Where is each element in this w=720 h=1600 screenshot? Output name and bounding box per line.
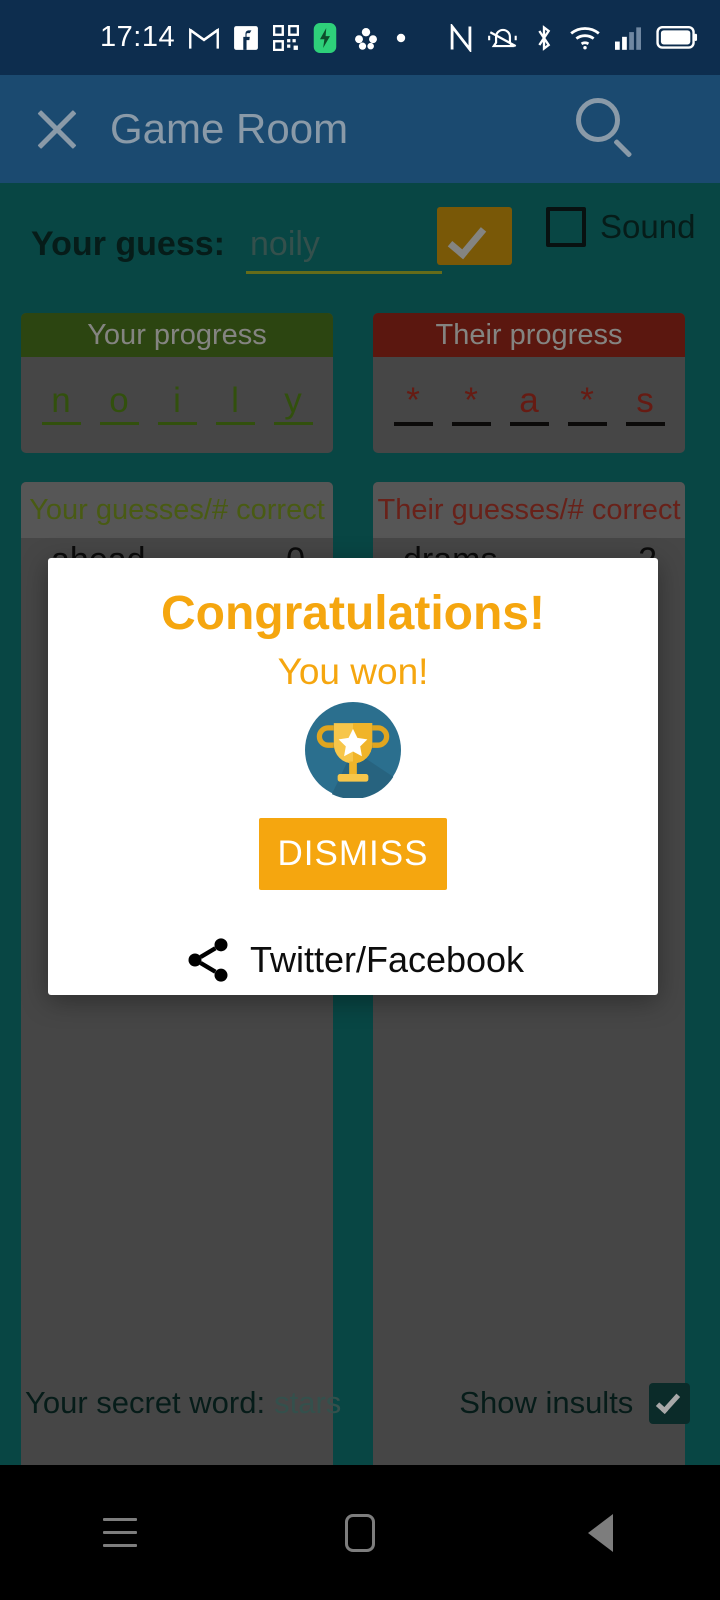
back-button[interactable]	[545, 1493, 655, 1573]
home-button[interactable]	[305, 1493, 415, 1573]
share-row[interactable]: Twitter/Facebook	[48, 934, 658, 986]
page-title: Game Room	[110, 105, 349, 152]
status-bar-left: 17:14	[0, 21, 407, 54]
signal-icon	[615, 26, 641, 50]
close-icon[interactable]	[26, 98, 88, 160]
battery-saver-icon	[313, 22, 337, 53]
share-label: Twitter/Facebook	[249, 939, 525, 980]
app-icon	[355, 27, 378, 50]
share-icon	[188, 938, 228, 982]
dialog-subtitle: You won!	[277, 651, 429, 692]
system-nav-bar	[0, 1465, 720, 1600]
gmail-icon	[189, 27, 220, 49]
congratulations-dialog: Congratulations! You won! DISMISS Twitte…	[48, 558, 658, 995]
nfc-icon	[450, 23, 472, 52]
recents-icon	[103, 1517, 137, 1548]
dot-icon	[396, 33, 406, 42]
dialog-title: Congratulations!	[161, 587, 545, 640]
trophy-icon	[305, 702, 401, 798]
vibrate-icon	[488, 28, 517, 47]
battery-icon	[656, 25, 698, 49]
trophy-wrap	[48, 702, 658, 798]
home-icon	[345, 1513, 375, 1552]
status-bar-right	[449, 23, 698, 52]
status-bar: 17:14	[0, 0, 720, 75]
app-bar: Game Room	[0, 75, 720, 183]
status-clock: 17:14	[100, 21, 176, 53]
facebook-icon	[234, 25, 258, 50]
search-icon[interactable]	[572, 96, 638, 162]
qr-code-icon	[273, 24, 300, 51]
recents-button[interactable]	[65, 1493, 175, 1573]
back-icon	[587, 1513, 613, 1552]
bluetooth-icon	[538, 24, 551, 51]
dismiss-button[interactable]: DISMISS	[259, 818, 447, 890]
wifi-icon	[570, 26, 600, 49]
